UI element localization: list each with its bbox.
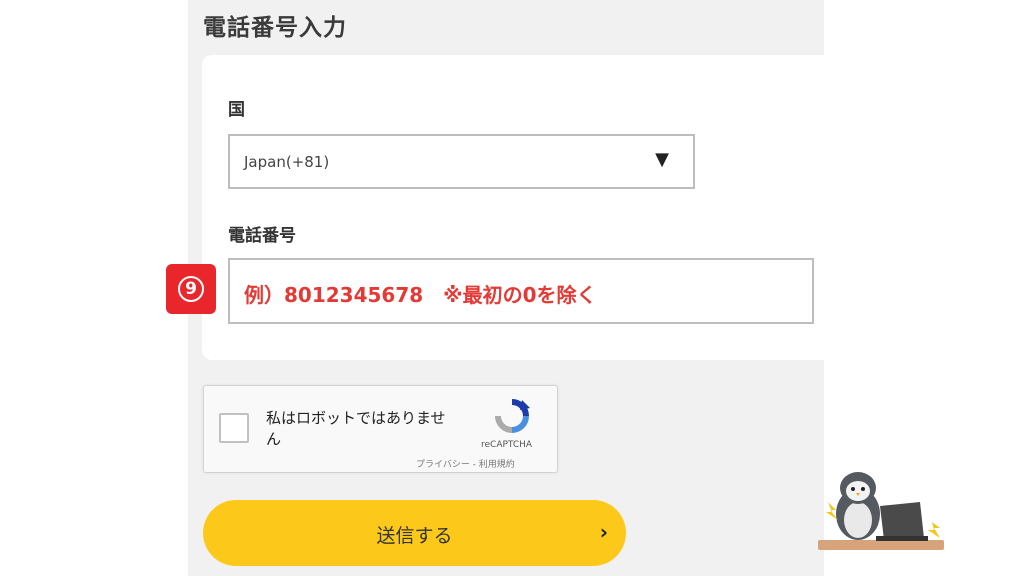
- page-title: 電話番号入力: [203, 15, 347, 41]
- recaptcha-text: 私はロボットではありません: [266, 409, 446, 448]
- phone-input[interactable]: 例）8012345678 ※最初の0を除く: [228, 258, 814, 324]
- submit-button[interactable]: 送信する ›: [203, 500, 626, 566]
- recaptcha-links[interactable]: プライバシー - 利用規約: [416, 457, 515, 470]
- step-badge: 9: [166, 264, 216, 314]
- phone-input-placeholder: 例）8012345678 ※最初の0を除く: [244, 283, 597, 307]
- country-select[interactable]: Japan(+81) ▼: [228, 134, 695, 189]
- chevron-down-icon: ▼: [655, 149, 669, 170]
- recaptcha-logo-icon: [495, 399, 530, 433]
- chevron-right-icon: ›: [599, 520, 608, 544]
- recaptcha-brand: reCAPTCHA: [481, 440, 533, 450]
- phone-label: 電話番号: [228, 226, 296, 246]
- step-number: 9: [178, 276, 204, 302]
- recaptcha-checkbox[interactable]: [219, 413, 249, 443]
- penguin-mascot: [818, 472, 944, 550]
- submit-button-label: 送信する: [376, 525, 453, 547]
- recaptcha-widget: 私はロボットではありません reCAPTCHA プライバシー - 利用規約: [203, 385, 558, 473]
- country-label: 国: [228, 100, 245, 120]
- country-select-value: Japan(+81): [244, 153, 330, 171]
